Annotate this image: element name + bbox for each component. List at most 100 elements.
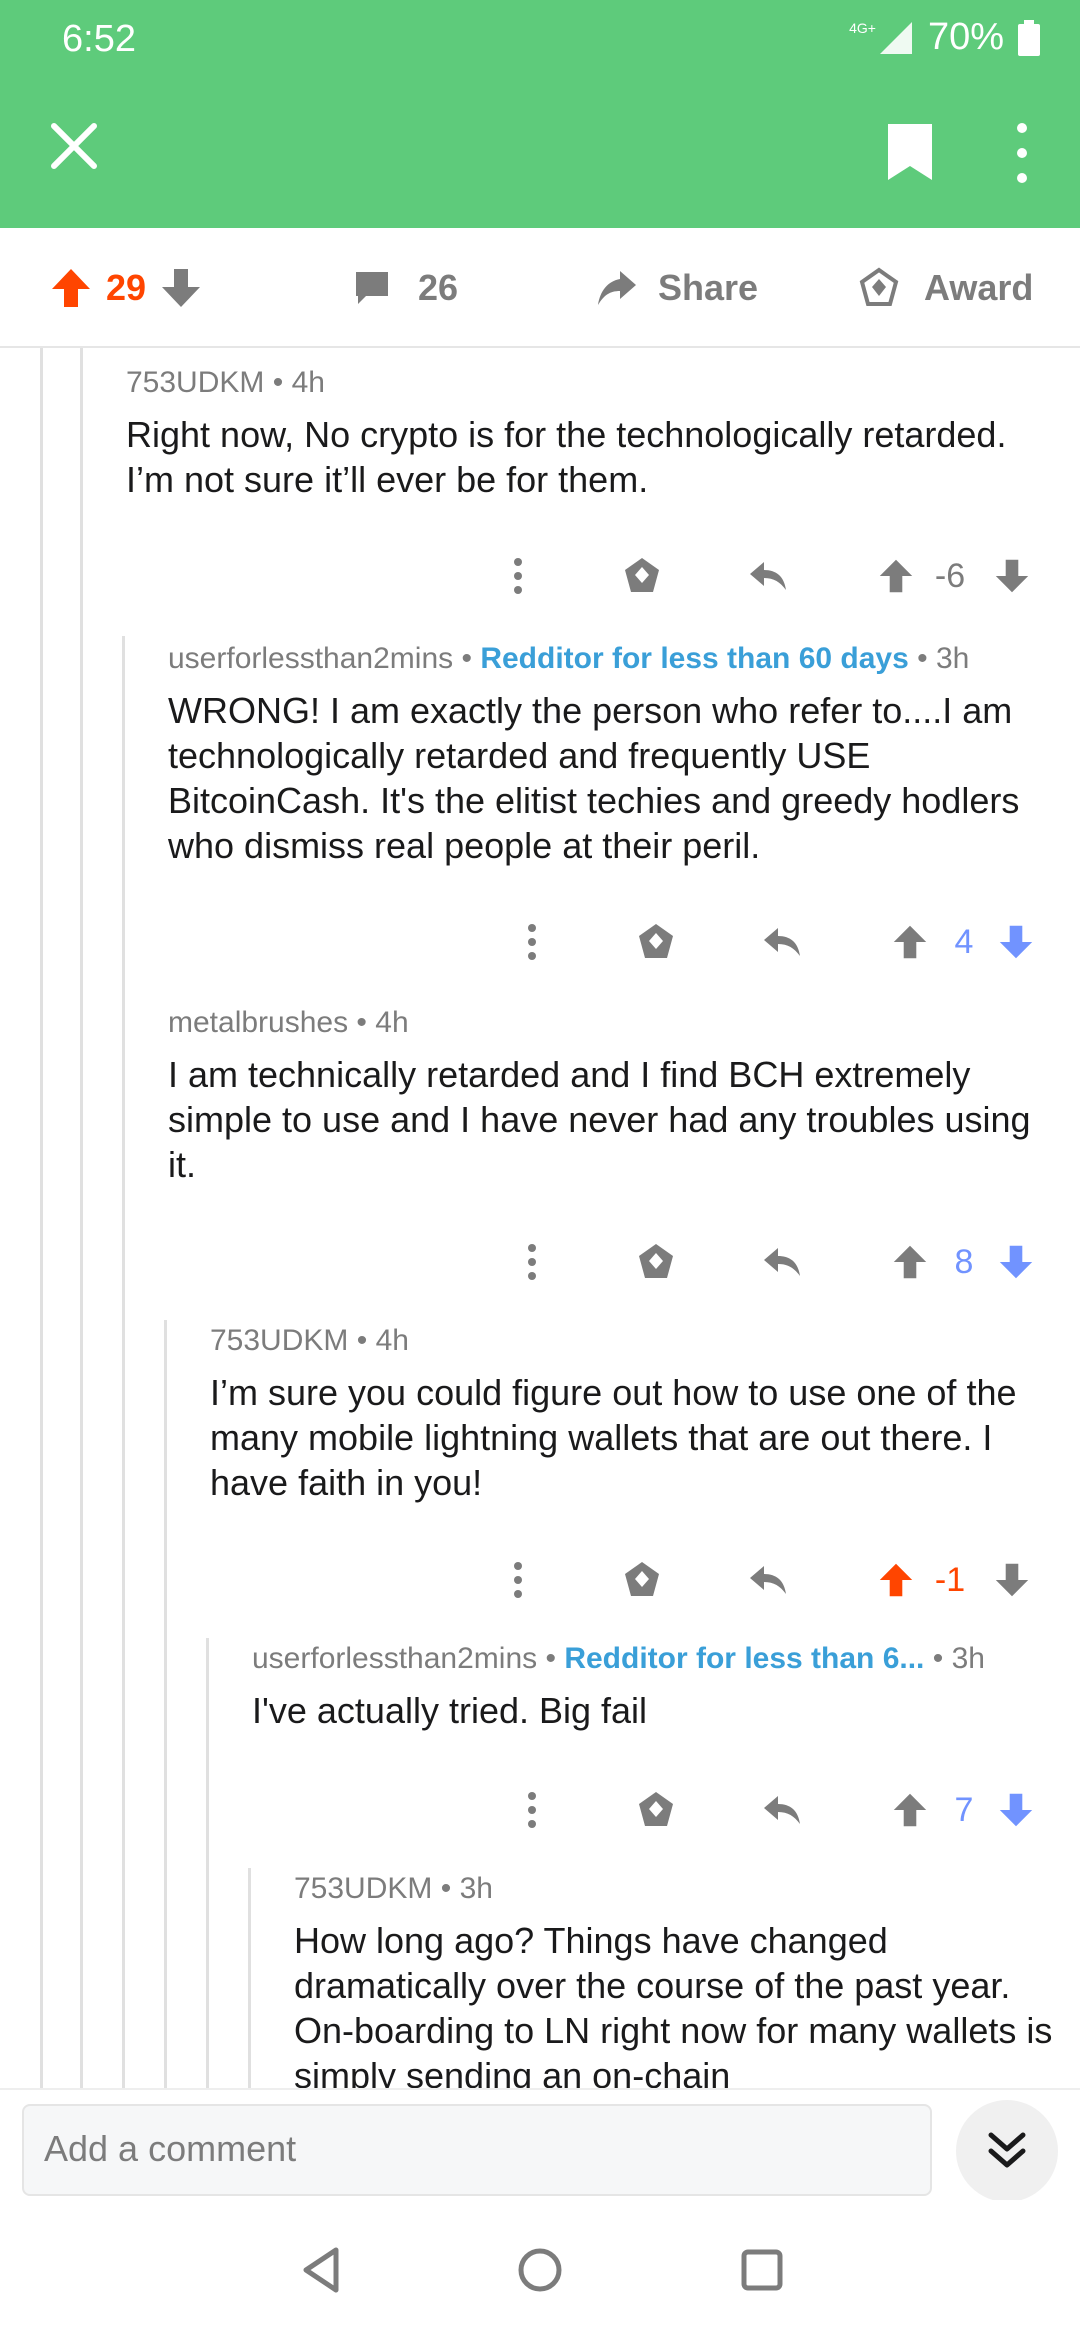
add-comment-input[interactable]: Add a comment xyxy=(22,2104,932,2196)
comment: userforlessthan2mins • Redditor for less… xyxy=(252,1642,1052,1733)
award-icon xyxy=(639,1244,673,1278)
comment-upvote-button[interactable] xyxy=(890,1782,930,1838)
comment-reply-button[interactable] xyxy=(746,548,790,604)
comment-actions: 8 xyxy=(514,1234,1054,1290)
downvote-icon xyxy=(995,1563,1029,1597)
award-button[interactable]: Award xyxy=(858,258,1033,318)
comment-award-button[interactable] xyxy=(634,914,678,970)
share-label: Share xyxy=(658,267,759,308)
comment-reply-button[interactable] xyxy=(760,1782,804,1838)
more-vertical-icon xyxy=(514,1562,522,1598)
comment: 753UDKM • 4h Right now, No crypto is for… xyxy=(126,366,1026,502)
more-options-icon[interactable] xyxy=(1004,118,1040,188)
downvote-icon xyxy=(999,1793,1033,1827)
double-chevron-down-icon xyxy=(988,2132,1026,2168)
comment-age: 3h xyxy=(951,1642,985,1675)
comment-age: 3h xyxy=(935,642,970,675)
comments-button[interactable]: 26 xyxy=(352,258,458,318)
comment-age: 4h xyxy=(375,1324,409,1357)
comment-upvote-button[interactable] xyxy=(890,1234,930,1290)
upvote-icon xyxy=(879,1563,913,1597)
comment-score: 8 xyxy=(954,1242,974,1281)
share-button[interactable]: Share xyxy=(596,258,758,318)
comment-icon xyxy=(356,272,388,304)
comment-downvote-button[interactable] xyxy=(996,1234,1036,1290)
comment-downvote-button[interactable] xyxy=(996,914,1036,970)
status-icons: 4G+ 70% xyxy=(849,16,1040,59)
comment-score: -6 xyxy=(934,556,966,595)
award-label: Award xyxy=(924,267,1034,308)
comment-count: 26 xyxy=(418,267,459,308)
comment-reply-button[interactable] xyxy=(760,914,804,970)
comment-award-button[interactable] xyxy=(620,1552,664,1608)
award-icon xyxy=(639,924,673,958)
reply-icon xyxy=(764,928,800,956)
recents-icon[interactable] xyxy=(736,2244,788,2296)
comment-reply-button[interactable] xyxy=(760,1234,804,1290)
app-bar xyxy=(0,80,1080,228)
comment-actions: -1 xyxy=(500,1552,1040,1608)
comment-meta: 753UDKM • 3h xyxy=(294,1872,493,1905)
comment-downvote-button[interactable] xyxy=(992,1552,1032,1608)
downvote-icon xyxy=(999,1245,1033,1279)
comment-body: How long ago? Things have changed dramat… xyxy=(294,1920,1053,2088)
post-action-bar: 29 26 Share Award xyxy=(0,228,1080,348)
post-vote-group: 29 xyxy=(50,258,202,318)
close-icon[interactable] xyxy=(44,116,104,176)
comment-upvote-button[interactable] xyxy=(890,914,930,970)
upvote-icon[interactable] xyxy=(50,267,92,309)
comment-reply-button[interactable] xyxy=(746,1552,790,1608)
battery-icon xyxy=(1018,19,1040,56)
comment-author[interactable]: 753UDKM xyxy=(126,366,264,399)
comment-upvote-button[interactable] xyxy=(876,1552,916,1608)
comment-actions: 4 xyxy=(514,914,1054,970)
system-nav-bar xyxy=(0,2200,1080,2340)
comment-age: 4h xyxy=(291,366,325,399)
comment-composer-bar: Add a comment xyxy=(0,2088,1080,2202)
status-bar: 6:52 4G+ 70% xyxy=(0,0,1080,80)
comment-age: 3h xyxy=(459,1872,493,1905)
comment-downvote-button[interactable] xyxy=(996,1782,1036,1838)
award-icon xyxy=(639,1792,673,1826)
upvote-icon xyxy=(893,925,927,959)
comment-award-button[interactable] xyxy=(634,1782,678,1838)
post-score: 29 xyxy=(106,267,147,308)
collapse-threads-button[interactable] xyxy=(956,2100,1058,2202)
network-icon: 4G+ xyxy=(849,20,914,56)
battery-percent: 70% xyxy=(927,16,1004,58)
comment-more-button[interactable] xyxy=(514,1234,550,1290)
reply-icon xyxy=(764,1248,800,1276)
comment-author[interactable]: metalbrushes xyxy=(168,1006,348,1039)
more-vertical-icon xyxy=(514,558,522,594)
thread-line xyxy=(40,348,43,2088)
status-time: 6:52 xyxy=(62,18,136,60)
comment-more-button[interactable] xyxy=(500,548,536,604)
comment-author[interactable]: 753UDKM xyxy=(294,1872,432,1905)
comment-author[interactable]: userforlessthan2mins xyxy=(168,642,453,675)
comment-actions: 7 xyxy=(514,1782,1054,1838)
thread-line xyxy=(80,348,83,2088)
comment-author[interactable]: 753UDKM xyxy=(210,1324,348,1357)
back-icon[interactable] xyxy=(296,2244,348,2296)
thread-line xyxy=(164,1320,167,2088)
comment-more-button[interactable] xyxy=(514,914,550,970)
comment-more-button[interactable] xyxy=(514,1782,550,1838)
comment-author[interactable]: userforlessthan2mins xyxy=(252,1642,537,1675)
home-icon[interactable] xyxy=(514,2244,566,2296)
comment-more-button[interactable] xyxy=(500,1552,536,1608)
comment-meta: userforlessthan2mins • Redditor for less… xyxy=(252,1642,985,1675)
comment-award-button[interactable] xyxy=(620,548,664,604)
comment-upvote-button[interactable] xyxy=(876,548,916,604)
comment-award-button[interactable] xyxy=(634,1234,678,1290)
thread-line xyxy=(248,1868,251,2088)
bookmark-icon[interactable] xyxy=(884,122,936,182)
downvote-icon[interactable] xyxy=(160,267,202,309)
comment-body: Right now, No crypto is for the technolo… xyxy=(126,414,1007,500)
comment-body: I am technically retarded and I find BCH… xyxy=(168,1054,1031,1185)
comment-meta: userforlessthan2mins • Redditor for less… xyxy=(168,642,970,675)
comment-age: 4h xyxy=(375,1006,409,1039)
comment-downvote-button[interactable] xyxy=(992,548,1032,604)
comment-score: 7 xyxy=(954,1790,974,1829)
comment-meta: 753UDKM • 4h xyxy=(126,366,325,399)
more-vertical-icon xyxy=(528,1792,536,1828)
